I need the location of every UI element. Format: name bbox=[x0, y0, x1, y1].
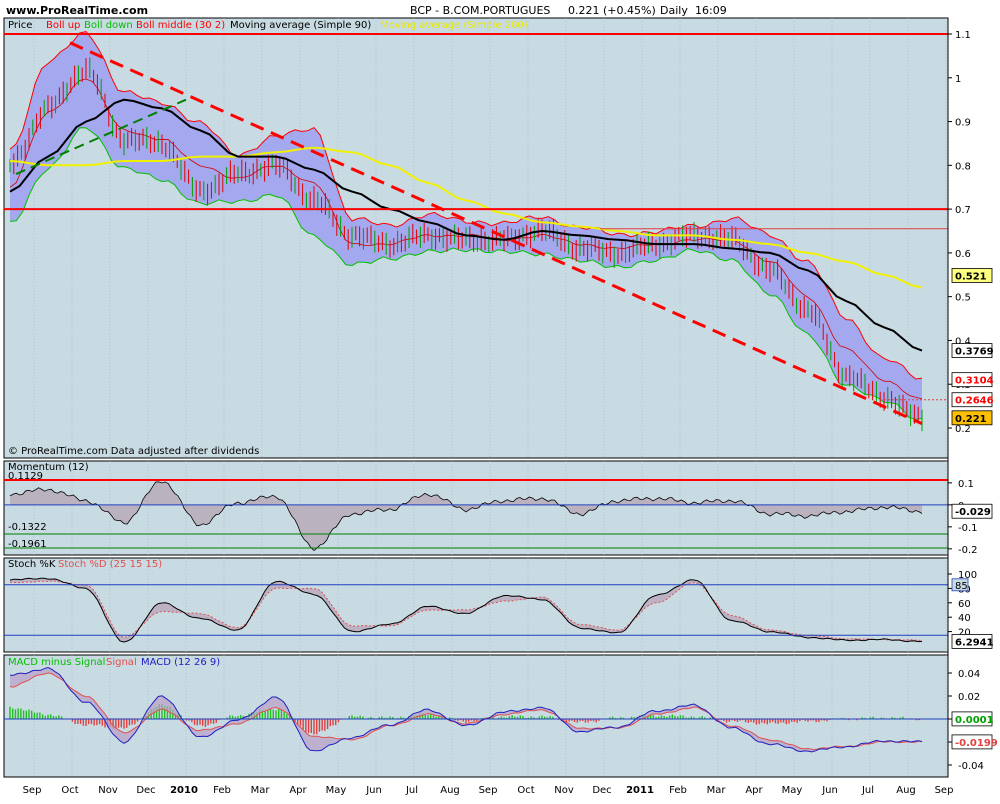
price-tag-label: 0.3104 bbox=[955, 376, 994, 387]
momentum-high-label: 0.1129 bbox=[8, 471, 43, 482]
x-tick-label: Apr bbox=[289, 785, 307, 796]
x-tick-label: Apr bbox=[745, 785, 763, 796]
price-tick-label: 0.8 bbox=[955, 161, 971, 172]
price-tick-label: 0.2 bbox=[955, 424, 971, 435]
footer-note: © ProRealTime.com Data adjusted after di… bbox=[8, 446, 259, 457]
price-tick-label: 1 bbox=[955, 74, 961, 85]
macd-tick-label: -0.04 bbox=[958, 761, 984, 772]
x-tick-label: Sep bbox=[935, 785, 954, 796]
price-tick-label: 0.5 bbox=[955, 293, 971, 304]
header-time: 16:09 bbox=[695, 4, 727, 17]
price-tag-label: 0.221 bbox=[955, 414, 987, 425]
price-change: 0.221 (+0.45%) bbox=[568, 4, 656, 17]
x-tick-label: Feb bbox=[669, 785, 687, 796]
x-tick-label: Aug bbox=[896, 785, 916, 796]
price-tag-label: 0.2646 bbox=[955, 396, 994, 407]
legend-price: Price bbox=[8, 20, 32, 31]
stoch-tag-label: 6.2941 bbox=[955, 637, 994, 648]
momentum-tick-label: -0.2 bbox=[958, 545, 978, 556]
legend-macd-hist: MACD minus Signal bbox=[8, 657, 105, 668]
x-tick-label: Dec bbox=[136, 785, 155, 796]
x-tick-label: May bbox=[326, 785, 347, 796]
price-tag-label: 0.521 bbox=[955, 271, 987, 282]
legend-boll-down: Boll down bbox=[84, 20, 133, 31]
price-tick-label: 0.9 bbox=[955, 118, 971, 129]
timeframe: Daily bbox=[660, 4, 688, 17]
price-tick-label: 0.7 bbox=[955, 205, 971, 216]
x-tick-label: Nov bbox=[554, 785, 574, 796]
legend-macd-signal: Signal bbox=[106, 657, 137, 668]
ticker-title: BCP - B.COM.PORTUGUES bbox=[410, 4, 550, 17]
x-tick-label: 2010 bbox=[170, 785, 198, 796]
momentum-low-label: -0.1322 bbox=[8, 522, 47, 533]
x-tick-label: Feb bbox=[213, 785, 231, 796]
legend-ma200: Moving average (Simple 200) bbox=[380, 20, 528, 31]
macd-tick-label: 0.04 bbox=[958, 669, 980, 680]
x-tick-label: Jun bbox=[365, 785, 382, 796]
chart-canvas[interactable]: www.ProRealTime.com BCP - B.COM.PORTUGUE… bbox=[0, 0, 1000, 800]
x-tick-label: Aug bbox=[440, 785, 460, 796]
x-tick-label: Nov bbox=[98, 785, 118, 796]
legend-ma90: Moving average (Simple 90) bbox=[230, 20, 371, 31]
x-tick-label: May bbox=[782, 785, 803, 796]
momentum-tag-label: -0.029 bbox=[955, 507, 991, 518]
legend-boll-up: Boll up bbox=[46, 20, 80, 31]
momentum-min-label: -0.1961 bbox=[8, 539, 47, 550]
momentum-tick-label: -0.1 bbox=[958, 523, 978, 534]
price-tick-label: 1.1 bbox=[955, 30, 971, 41]
x-tick-label: Jul bbox=[405, 785, 418, 796]
momentum-tick-label: 0.1 bbox=[958, 479, 974, 490]
stoch-tick-label: 40 bbox=[958, 613, 971, 624]
x-tick-label: Oct bbox=[61, 785, 78, 796]
stoch-upper-tag: 85 bbox=[955, 581, 968, 592]
x-tick-label: Mar bbox=[707, 785, 727, 796]
x-tick-label: Dec bbox=[592, 785, 611, 796]
macd-tag-label: -0.0199 bbox=[955, 738, 998, 749]
site-url[interactable]: www.ProRealTime.com bbox=[6, 4, 148, 17]
x-tick-label: Jul bbox=[861, 785, 874, 796]
price-tag-label: 0.3769 bbox=[955, 347, 994, 358]
x-tick-label: Sep bbox=[479, 785, 498, 796]
x-tick-label: Jun bbox=[821, 785, 838, 796]
x-tick-label: 2011 bbox=[626, 785, 654, 796]
x-tick-label: Mar bbox=[251, 785, 271, 796]
legend-boll-middle: Boll middle (30 2) bbox=[136, 20, 225, 31]
stock-chart[interactable]: www.ProRealTime.com BCP - B.COM.PORTUGUE… bbox=[0, 0, 1000, 800]
legend-stoch-k: Stoch %K bbox=[8, 559, 56, 570]
x-tick-label: Sep bbox=[23, 785, 42, 796]
x-tick-label: Oct bbox=[517, 785, 534, 796]
stoch-tick-label: 60 bbox=[958, 599, 971, 610]
legend-macd: MACD (12 26 9) bbox=[141, 657, 220, 668]
price-tick-label: 0.6 bbox=[955, 249, 971, 260]
macd-tick-label: 0.02 bbox=[958, 692, 980, 703]
macd-hist-tag: 0.0001 bbox=[955, 715, 994, 726]
legend-stoch-d: Stoch %D (25 15 15) bbox=[58, 559, 162, 570]
